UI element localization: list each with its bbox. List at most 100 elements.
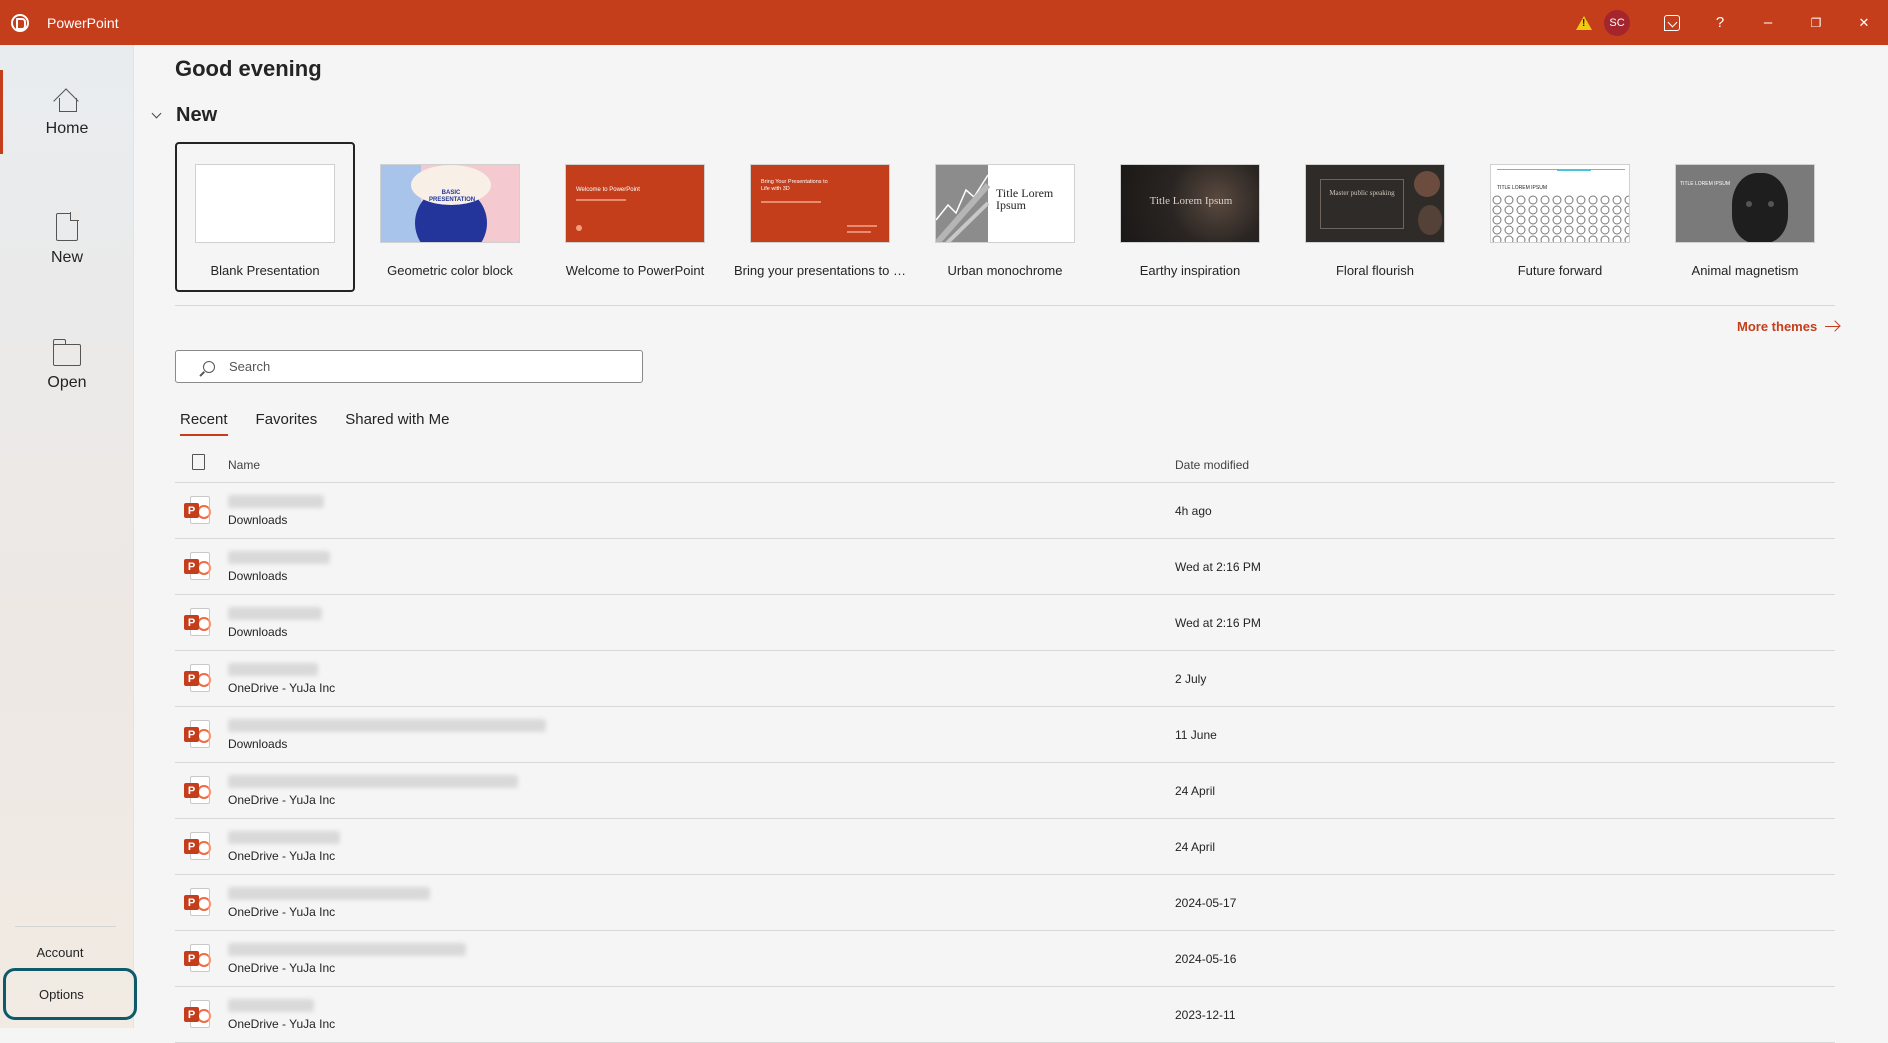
- template-name: Blank Presentation: [210, 263, 320, 278]
- divider: [175, 305, 1835, 306]
- powerpoint-file-icon: P: [184, 496, 211, 526]
- more-themes-label: More themes: [1737, 319, 1818, 334]
- file-date: 24 April: [1175, 840, 1216, 854]
- file-date: 2023-12-11: [1175, 1008, 1236, 1022]
- template-card[interactable]: Blank Presentation: [175, 142, 355, 292]
- file-date: 2 July: [1175, 672, 1207, 686]
- powerpoint-file-icon: P: [184, 832, 211, 862]
- file-date: 2024-05-16: [1175, 952, 1237, 966]
- tab-shared-with-me[interactable]: Shared with Me: [345, 411, 449, 436]
- table-row[interactable]: P OneDrive - YuJa Inc 2024-05-16: [175, 931, 1835, 987]
- file-location: OneDrive - YuJa Inc: [228, 849, 336, 863]
- template-thumbnail: Master public speaking: [1305, 164, 1445, 243]
- search-icon: [203, 360, 215, 373]
- sidebar-item-account[interactable]: Account: [0, 945, 120, 960]
- sidebar-item-new[interactable]: New: [0, 190, 134, 290]
- template-thumbnail: Title Lorem Ipsum: [1120, 164, 1260, 243]
- file-location: OneDrive - YuJa Inc: [228, 681, 336, 695]
- table-row[interactable]: P Downloads 4h ago: [175, 483, 1835, 539]
- sidebar-item-home[interactable]: Home: [0, 62, 134, 162]
- file-location: OneDrive - YuJa Inc: [228, 961, 336, 975]
- file-name-redacted: [228, 719, 546, 732]
- template-thumbnail: Title Lorem Ipsum: [935, 164, 1075, 243]
- file-location: Downloads: [228, 625, 288, 639]
- file-type-icon: [192, 454, 205, 470]
- file-name-redacted: [228, 551, 330, 564]
- search-input[interactable]: [229, 359, 629, 374]
- file-name-redacted: [228, 495, 324, 508]
- table-row[interactable]: P OneDrive - YuJa Inc 2023-12-11: [175, 987, 1835, 1043]
- table-row[interactable]: P Downloads Wed at 2:16 PM: [175, 595, 1835, 651]
- help-button[interactable]: ?: [1696, 0, 1744, 45]
- template-thumbnail: TITLE LOREM IPSUM: [1675, 164, 1815, 243]
- file-name-redacted: [228, 775, 518, 788]
- warning-icon[interactable]: !: [1576, 15, 1592, 30]
- table-row[interactable]: P Downloads 11 June: [175, 707, 1835, 763]
- template-thumbnail: [195, 164, 335, 243]
- more-themes-link[interactable]: More themes: [1737, 319, 1840, 334]
- table-row[interactable]: P OneDrive - YuJa Inc 2024-05-17: [175, 875, 1835, 931]
- template-card[interactable]: Welcome to PowerPoint Welcome to PowerPo…: [545, 142, 725, 292]
- avatar[interactable]: SC: [1604, 9, 1630, 36]
- file-location: OneDrive - YuJa Inc: [228, 905, 336, 919]
- column-header-date[interactable]: Date modified: [1175, 458, 1249, 472]
- template-thumb-text: Master public speaking: [1329, 189, 1395, 197]
- sidebar-item-label: Open: [47, 374, 87, 391]
- file-name-redacted: [228, 831, 340, 844]
- template-card[interactable]: Master public speaking Floral flourish: [1285, 142, 1465, 292]
- table-row[interactable]: P OneDrive - YuJa Inc 24 April: [175, 763, 1835, 819]
- sidebar-item-options[interactable]: Options: [3, 968, 137, 1020]
- template-name: Urban monochrome: [947, 263, 1063, 278]
- new-section-title: New: [176, 104, 218, 126]
- template-name: Animal magnetism: [1691, 263, 1799, 278]
- template-card[interactable]: TITLE LOREM IPSUM Future forward: [1470, 142, 1650, 292]
- table-row[interactable]: P Downloads Wed at 2:16 PM: [175, 539, 1835, 595]
- restore-button[interactable]: ❐: [1792, 0, 1840, 45]
- file-name-redacted: [228, 943, 466, 956]
- minimize-button[interactable]: –: [1744, 0, 1792, 45]
- file-list-header: Name Date modified: [175, 449, 1835, 483]
- template-thumb-text: Welcome to PowerPoint: [576, 187, 640, 193]
- powerpoint-file-icon: P: [184, 664, 211, 694]
- tab-favorites[interactable]: Favorites: [256, 411, 318, 436]
- tab-recent[interactable]: Recent: [180, 411, 228, 436]
- template-name: Floral flourish: [1335, 263, 1415, 278]
- template-card[interactable]: Title Lorem Ipsum Earthy inspiration: [1100, 142, 1280, 292]
- search-box[interactable]: [175, 350, 643, 383]
- feedback-icon: [1664, 14, 1680, 31]
- column-header-name[interactable]: Name: [228, 458, 260, 472]
- powerpoint-file-icon: P: [184, 888, 211, 918]
- file-location: OneDrive - YuJa Inc: [228, 793, 336, 807]
- title-bar-controls: ! SC ? – ❐ ✕: [1576, 0, 1888, 45]
- powerpoint-file-icon: P: [184, 1000, 211, 1030]
- powerpoint-file-icon: P: [184, 608, 211, 638]
- file-date: 11 June: [1175, 728, 1217, 742]
- template-thumb-text: Title Lorem Ipsum: [1149, 195, 1233, 207]
- template-card[interactable]: Bring Your Presentations to Life with 3D…: [730, 142, 910, 292]
- file-location: Downloads: [228, 737, 288, 751]
- table-row[interactable]: P OneDrive - YuJa Inc 24 April: [175, 819, 1835, 875]
- file-name-redacted: [228, 607, 322, 620]
- template-thumbnail: BASIC PRESENTATION: [380, 164, 520, 243]
- file-name-redacted: [228, 887, 430, 900]
- sidebar-item-label: Home: [45, 120, 89, 137]
- app-title: PowerPoint: [47, 14, 119, 31]
- table-row[interactable]: P OneDrive - YuJa Inc 2 July: [175, 651, 1835, 707]
- file-date: Wed at 2:16 PM: [1175, 560, 1261, 574]
- template-card[interactable]: TITLE LOREM IPSUM Animal magnetism: [1655, 142, 1835, 292]
- template-thumbnail: TITLE LOREM IPSUM: [1490, 164, 1630, 243]
- template-name: Welcome to PowerPoint: [565, 263, 705, 278]
- template-card[interactable]: Title Lorem Ipsum Urban monochrome: [915, 142, 1095, 292]
- template-thumb-text: TITLE LOREM IPSUM: [1497, 185, 1548, 191]
- file-tabs: Recent Favorites Shared with Me: [180, 411, 477, 436]
- new-section-toggle[interactable]: New: [151, 104, 218, 127]
- close-button[interactable]: ✕: [1840, 0, 1888, 45]
- template-card[interactable]: BASIC PRESENTATION Geometric color block: [360, 142, 540, 292]
- file-date: 4h ago: [1175, 504, 1212, 518]
- template-name: Bring your presentations to li...: [734, 263, 910, 278]
- chevron-down-icon: [151, 108, 162, 119]
- powerpoint-logo-icon: [11, 13, 29, 32]
- sidebar-item-open[interactable]: Open: [0, 318, 134, 418]
- template-thumb-text: TITLE LOREM IPSUM: [1680, 181, 1731, 187]
- feedback-button[interactable]: [1648, 0, 1696, 45]
